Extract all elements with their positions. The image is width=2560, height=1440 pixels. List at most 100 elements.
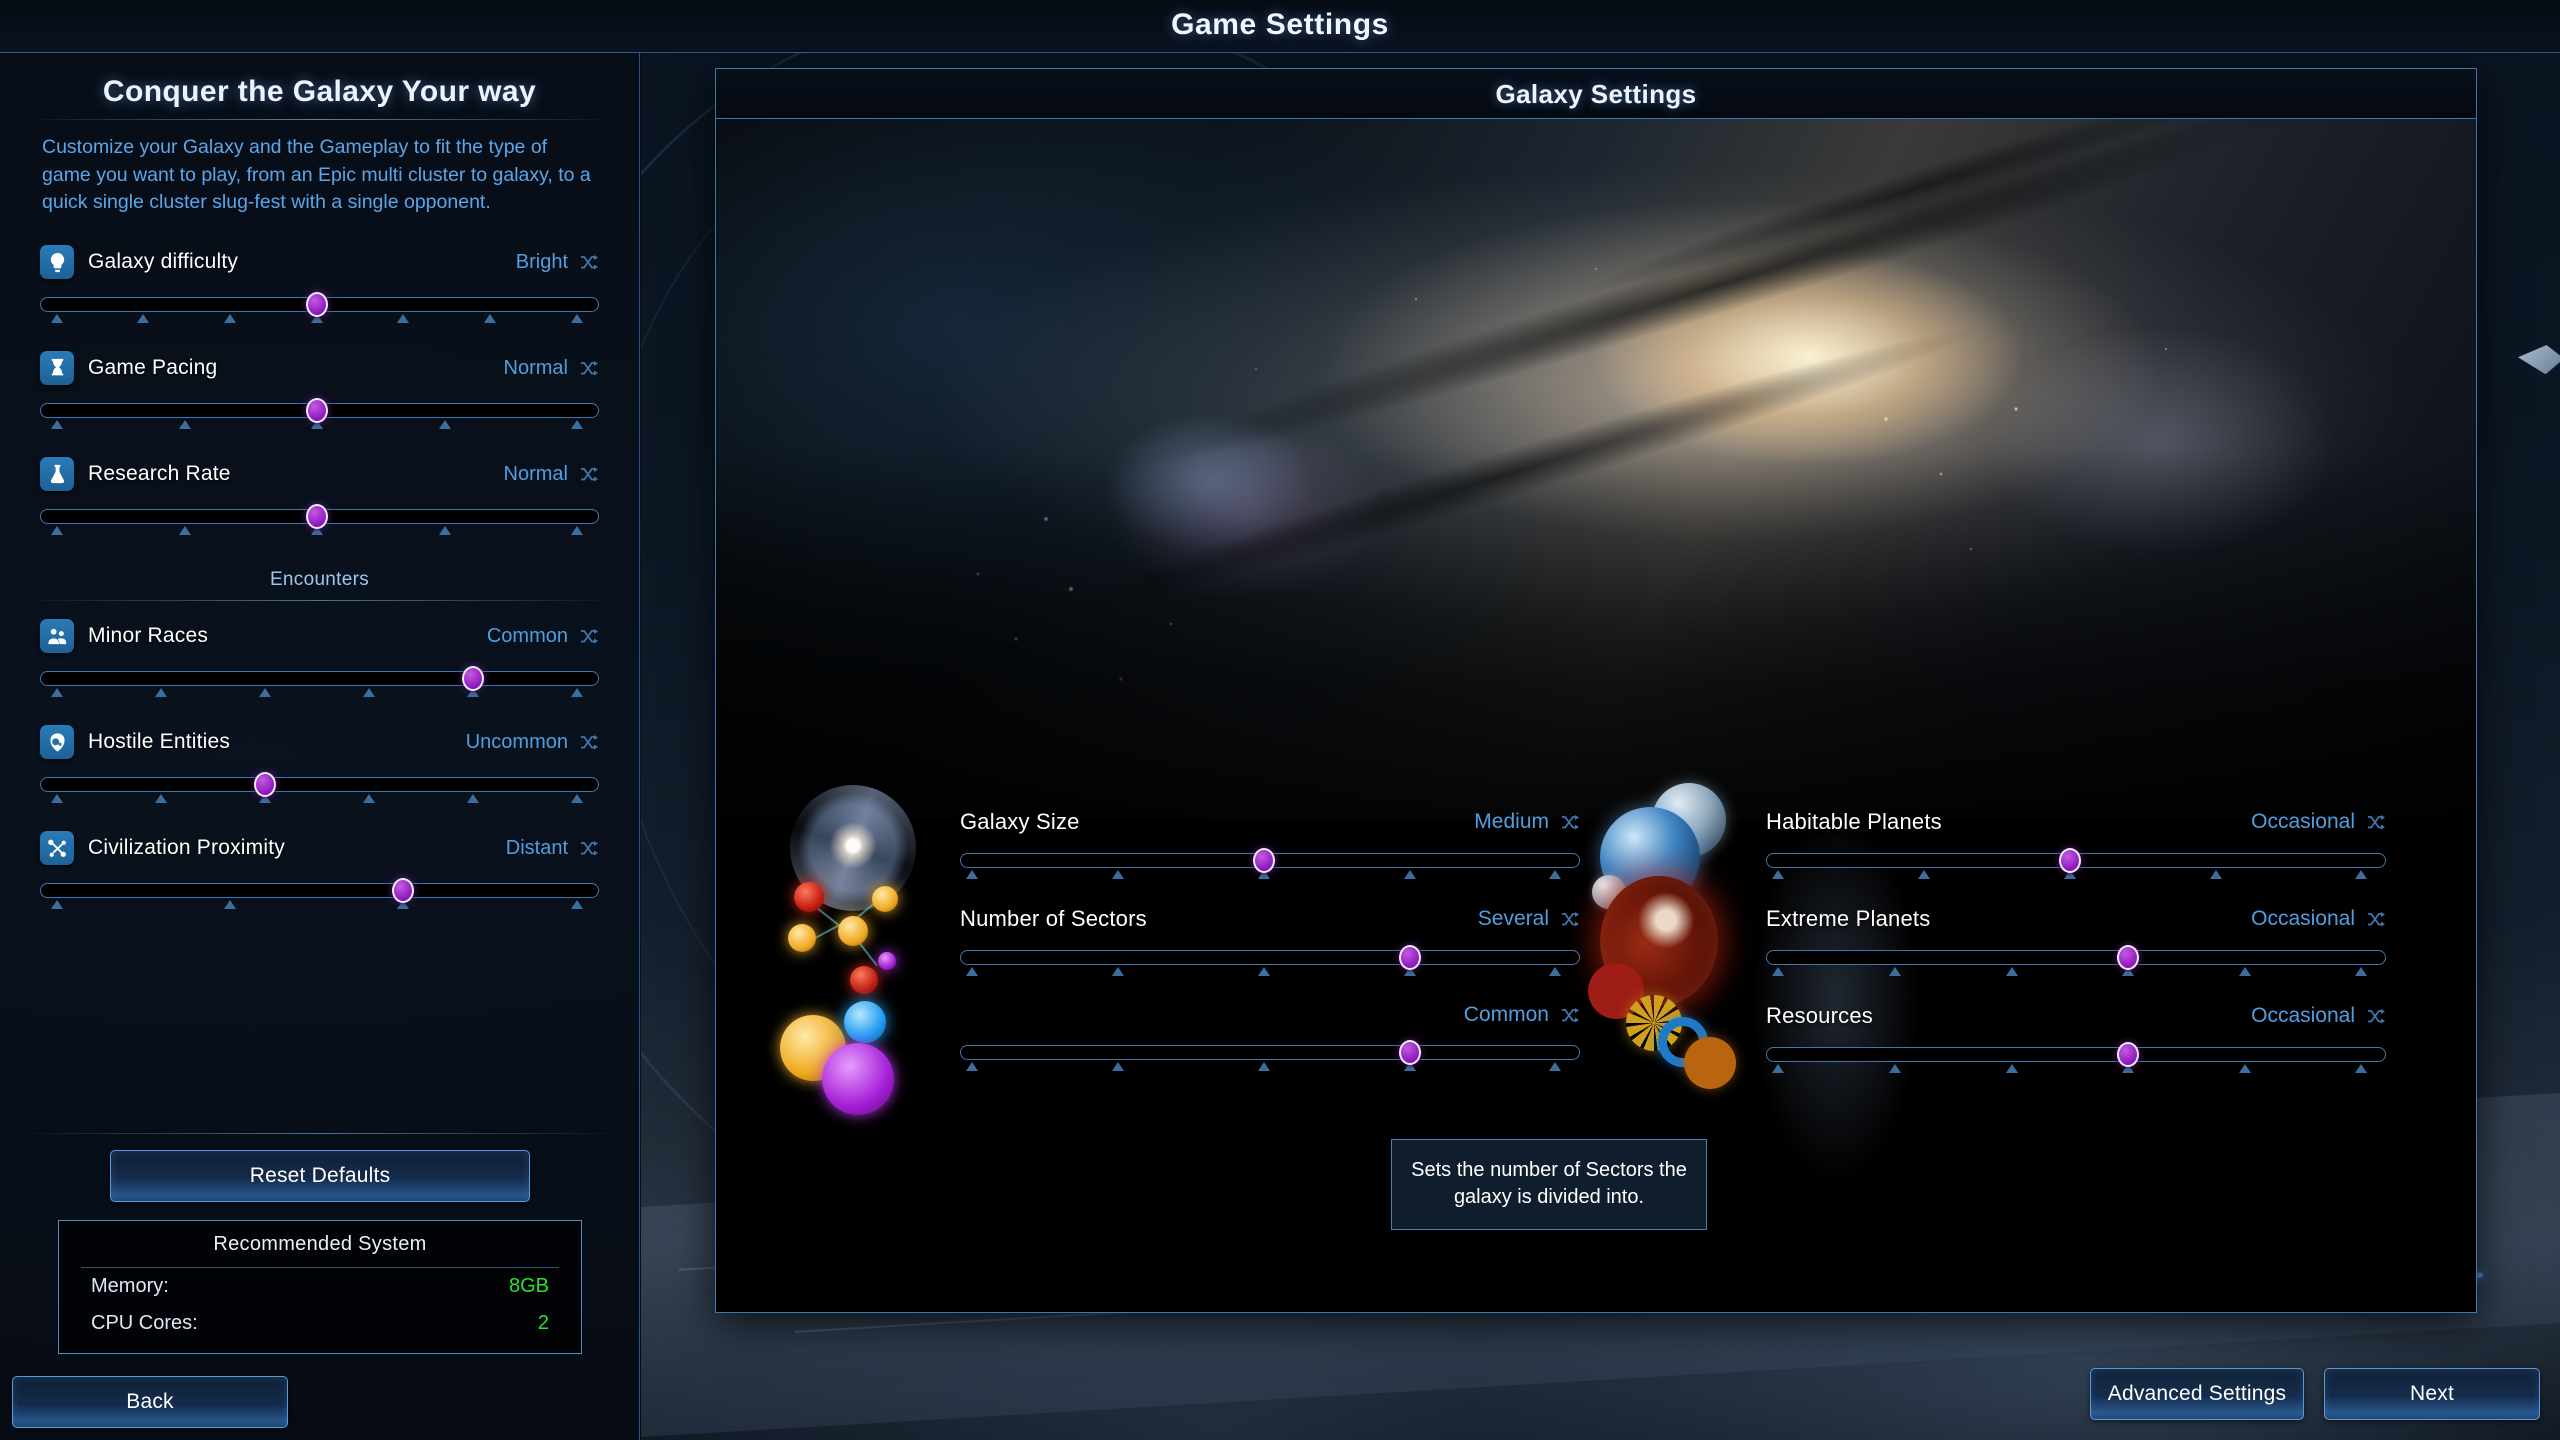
- civilization-proximity-slider[interactable]: [40, 878, 599, 910]
- research-rate-knob[interactable]: [305, 504, 328, 530]
- slider-civilization-proximity: Civilization Proximity Distant: [40, 831, 599, 910]
- minor-races-slider[interactable]: [40, 666, 599, 698]
- flask-icon: [40, 457, 74, 492]
- galaxy-size-knob[interactable]: [1252, 848, 1275, 873]
- hostile-entities-slider[interactable]: [40, 772, 599, 804]
- sidebar-divider: [38, 119, 601, 120]
- reset-defaults-button[interactable]: Reset Defaults: [110, 1150, 530, 1202]
- galaxy-size-label: Galaxy Size: [960, 809, 1080, 834]
- minor-races-value: Common: [486, 624, 568, 647]
- encounters-heading: Encounters: [269, 569, 370, 591]
- hostile-entities-knob[interactable]: [253, 772, 276, 798]
- recommended-row-memory: Memory: 8GB: [59, 1268, 581, 1305]
- slider-game-pacing: Game Pacing Normal: [40, 351, 599, 430]
- game-pacing-knob[interactable]: [305, 398, 328, 424]
- hourglass-icon: [40, 351, 74, 386]
- hostile-entities-value: Uncommon: [465, 730, 568, 753]
- shuffle-icon[interactable]: [580, 466, 599, 482]
- habitable-planets-label: Habitable Planets: [1766, 809, 1942, 834]
- number-of-sectors-value: Several: [1477, 907, 1549, 930]
- galaxy-difficulty-value: Bright: [515, 250, 568, 273]
- habitable-planets-value: Occasional: [2251, 810, 2355, 833]
- minor-races-label: Minor Races: [88, 624, 209, 648]
- network-icon: [40, 831, 74, 866]
- number-of-sectors-label: Number of Sectors: [960, 906, 1147, 931]
- shuffle-icon[interactable]: [2367, 911, 2386, 927]
- memory-value: 8GB: [508, 1275, 549, 1297]
- shuffle-icon[interactable]: [580, 734, 599, 750]
- cpu-cores-label: CPU Cores:: [91, 1312, 198, 1334]
- next-button[interactable]: Next: [2324, 1368, 2540, 1420]
- civilization-proximity-label: Civilization Proximity: [88, 836, 285, 860]
- resources-label: Resources: [1766, 1003, 1873, 1028]
- shuffle-icon[interactable]: [580, 360, 599, 376]
- resources-knob[interactable]: [2117, 1042, 2140, 1067]
- recommended-system-title: Recommended System: [213, 1233, 427, 1255]
- galaxy-difficulty-slider[interactable]: [40, 292, 599, 324]
- shuffle-icon[interactable]: [2367, 814, 2386, 830]
- hostile-entities-label: Hostile Entities: [88, 730, 231, 754]
- panel-header: Galaxy Settings: [716, 69, 2476, 119]
- sidebar-footer: Reset Defaults Recommended System Memory…: [0, 1133, 640, 1440]
- galaxy-difficulty-label: Galaxy difficulty: [88, 250, 239, 274]
- setting-row-star-systems: Common: [772, 1001, 1612, 1153]
- shuffle-icon[interactable]: [580, 840, 599, 856]
- game-pacing-label: Game Pacing: [88, 356, 218, 380]
- extreme-planets-knob[interactable]: [2117, 945, 2140, 970]
- recommended-system-panel: Recommended System Memory: 8GB CPU Cores…: [58, 1220, 582, 1354]
- sidebar: Conquer the Galaxy Your way Customize yo…: [0, 53, 640, 1440]
- game-pacing-value: Normal: [503, 356, 568, 379]
- star-systems-value: Common: [1463, 1003, 1549, 1026]
- galaxy-size-value: Medium: [1474, 810, 1549, 833]
- back-button[interactable]: Back: [12, 1376, 288, 1428]
- slider-research-rate: Research Rate Normal: [40, 457, 599, 536]
- shuffle-icon[interactable]: [580, 628, 599, 644]
- resources-slider[interactable]: [1766, 1042, 2386, 1073]
- sidebar-footer-divider: [34, 1133, 606, 1134]
- resources-value: Occasional: [2251, 1004, 2355, 1027]
- slider-hostile-entities: Hostile Entities Uncommon: [40, 725, 599, 804]
- encounters-divider: [38, 600, 601, 602]
- galaxy-size-slider[interactable]: [960, 848, 1580, 879]
- civilization-proximity-value: Distant: [505, 836, 568, 859]
- lightbulb-icon: [40, 245, 74, 280]
- users-icon: [40, 619, 74, 654]
- slider-minor-races: Minor Races Common: [40, 619, 599, 698]
- alien-icon: [40, 725, 74, 760]
- tooltip: Sets the number of Sectors the galaxy is…: [1391, 1139, 1707, 1231]
- game-pacing-slider[interactable]: [40, 398, 599, 430]
- galaxy-settings-panel: Galaxy Settings Galaxy Size Medium Numbe…: [715, 68, 2477, 1313]
- sidebar-heading: Conquer the Galaxy Your way: [102, 75, 537, 108]
- shuffle-icon[interactable]: [2367, 1008, 2386, 1024]
- habitable-planets-slider[interactable]: [1766, 848, 2386, 879]
- star-systems-knob[interactable]: [1398, 1040, 1421, 1065]
- window-title: Game Settings: [1171, 8, 1389, 41]
- game-settings-screen: Game Settings Galaxy Settings Galaxy Siz…: [0, 0, 2560, 1440]
- habitable-planets-knob[interactable]: [2058, 848, 2081, 873]
- number-of-sectors-knob[interactable]: [1398, 945, 1421, 970]
- panel-title: Galaxy Settings: [1495, 79, 1697, 109]
- star-systems-slider[interactable]: [960, 1040, 1580, 1071]
- title-bar: Game Settings: [0, 0, 2560, 53]
- extreme-planets-slider[interactable]: [1766, 945, 2386, 976]
- shuffle-icon[interactable]: [580, 254, 599, 270]
- research-rate-slider[interactable]: [40, 504, 599, 536]
- cpu-cores-value: 2: [537, 1312, 549, 1334]
- civilization-proximity-knob[interactable]: [392, 878, 415, 904]
- ship-icon: [2518, 345, 2560, 375]
- slider-galaxy-difficulty: Galaxy difficulty Bright: [40, 245, 599, 324]
- number-of-sectors-slider[interactable]: [960, 945, 1580, 976]
- extreme-planets-label: Extreme Planets: [1766, 906, 1931, 931]
- research-rate-value: Normal: [503, 462, 568, 485]
- minor-races-knob[interactable]: [461, 666, 484, 692]
- research-rate-label: Research Rate: [88, 462, 231, 486]
- extreme-planets-value: Occasional: [2251, 907, 2355, 930]
- galaxy-settings-grid: Galaxy Size Medium Number of Sectors Sev…: [716, 783, 2476, 1309]
- star-systems-thumb: [772, 985, 942, 1125]
- advanced-settings-button[interactable]: Advanced Settings: [2090, 1368, 2304, 1420]
- resources-thumb: [1578, 963, 1748, 1125]
- recommended-row-cpu-cores: CPU Cores: 2: [59, 1305, 581, 1353]
- setting-row-resources: Resources Occasional: [1578, 963, 2418, 1153]
- galaxy-difficulty-knob[interactable]: [305, 292, 328, 318]
- memory-label: Memory:: [91, 1275, 169, 1297]
